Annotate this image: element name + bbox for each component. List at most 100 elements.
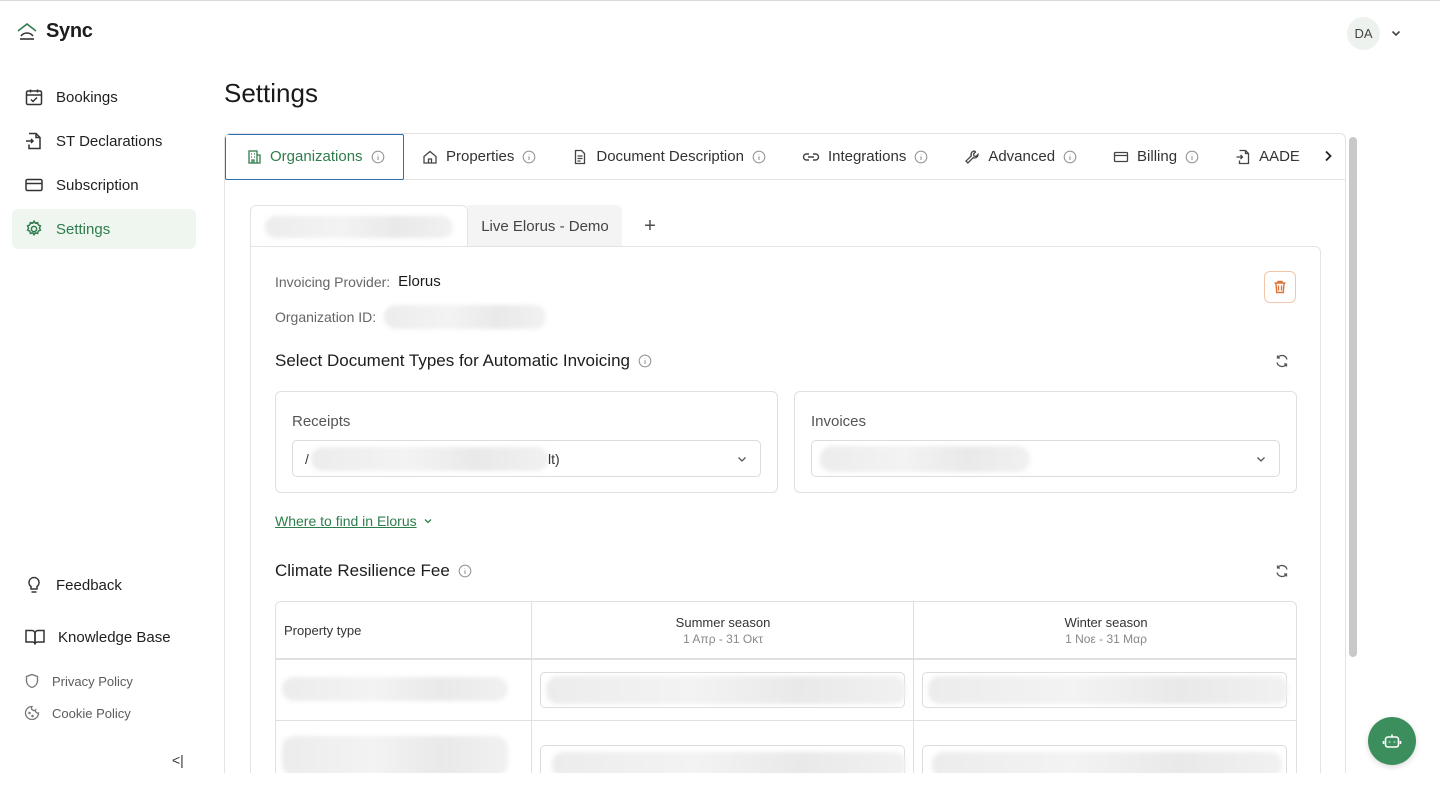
document-types-title: Select Document Types for Automatic Invo… bbox=[275, 351, 630, 370]
sidebar-item-label: ST Declarations bbox=[56, 132, 163, 150]
avatar[interactable]: DA bbox=[1347, 17, 1380, 50]
document-arrow-icon bbox=[24, 131, 44, 151]
tab-label: Billing bbox=[1137, 148, 1178, 165]
invoicing-provider-row: Invoicing Provider: Elorus bbox=[275, 273, 441, 290]
summer-season-label: Summer season bbox=[675, 615, 771, 630]
redacted-winter-fee bbox=[928, 676, 1288, 704]
redacted-receipts-value bbox=[311, 447, 549, 471]
climate-fee-table: Property type Summer season 1 Απρ - 31 Ο… bbox=[275, 601, 1297, 773]
building-icon bbox=[246, 149, 262, 165]
sidebar-item-label: Subscription bbox=[56, 176, 139, 194]
sync-logo-icon bbox=[16, 21, 38, 43]
delete-organization-button[interactable] bbox=[1264, 271, 1296, 303]
redacted-org-name bbox=[265, 215, 453, 238]
redacted-summer-fee bbox=[546, 676, 906, 704]
tab-organizations[interactable]: Organizations bbox=[225, 134, 404, 180]
scrollbar[interactable] bbox=[1349, 137, 1357, 657]
redacted-winter-fee bbox=[932, 752, 1282, 773]
sidebar-item-label: Settings bbox=[56, 220, 111, 238]
collapse-sidebar-button[interactable]: <| bbox=[172, 752, 184, 768]
tab-document-description[interactable]: Document Description bbox=[554, 134, 784, 180]
chevron-down-icon bbox=[736, 453, 748, 465]
gear-icon bbox=[24, 219, 44, 239]
column-divider bbox=[913, 602, 914, 773]
calendar-check-icon bbox=[24, 87, 44, 107]
sidebar-bottom: Feedback Knowledge Base Privacy Policy C… bbox=[12, 565, 196, 733]
info-icon[interactable] bbox=[458, 564, 472, 578]
credit-card-icon bbox=[1113, 149, 1129, 165]
tab-billing[interactable]: Billing bbox=[1095, 134, 1217, 180]
receipts-select[interactable]: / lt) bbox=[292, 440, 761, 477]
receipts-label: Receipts bbox=[292, 413, 351, 430]
sidebar-item-knowledge-base[interactable]: Knowledge Base bbox=[12, 617, 196, 657]
refresh-icon[interactable] bbox=[1274, 563, 1290, 579]
assistant-button[interactable] bbox=[1368, 717, 1416, 765]
redacted-summer-fee bbox=[552, 752, 906, 773]
chevron-right-icon[interactable] bbox=[1321, 148, 1335, 164]
winter-season-label: Winter season bbox=[1064, 615, 1148, 630]
org-tab-live-elorus-demo[interactable]: Live Elorus - Demo bbox=[468, 205, 622, 247]
sidebar-item-bookings[interactable]: Bookings bbox=[12, 77, 196, 117]
invoicing-provider-value: Elorus bbox=[398, 273, 441, 290]
column-header-summer: Summer season 1 Απρ - 31 Οκτ bbox=[532, 602, 914, 659]
tab-label: Organizations bbox=[270, 148, 363, 165]
privacy-policy-label: Privacy Policy bbox=[52, 673, 133, 689]
org-tab-active[interactable] bbox=[250, 205, 468, 247]
sidebar-item-label: Feedback bbox=[56, 576, 122, 594]
summer-season-range: 1 Απρ - 31 Οκτ bbox=[683, 632, 763, 646]
sidebar-item-label: Knowledge Base bbox=[58, 628, 171, 646]
tab-label: Properties bbox=[446, 148, 515, 165]
invoices-card: Invoices bbox=[794, 391, 1297, 493]
row-divider bbox=[276, 720, 1296, 721]
organization-card: Invoicing Provider: Elorus Organization … bbox=[250, 246, 1321, 773]
sidebar-item-feedback[interactable]: Feedback bbox=[12, 565, 196, 605]
link-icon bbox=[802, 149, 820, 165]
privacy-policy-link[interactable]: Privacy Policy bbox=[12, 669, 196, 693]
house-icon bbox=[422, 149, 438, 165]
tabs-fade bbox=[1295, 134, 1323, 179]
settings-tabs: Organizations Properties Document Descri… bbox=[225, 134, 1345, 180]
column-divider bbox=[531, 602, 532, 773]
where-to-find-link[interactable]: Where to find in Elorus bbox=[275, 513, 433, 529]
document-types-section-title: Select Document Types for Automatic Invo… bbox=[275, 351, 652, 371]
wrench-icon bbox=[964, 149, 980, 165]
info-icon[interactable] bbox=[752, 150, 766, 164]
invoices-select[interactable] bbox=[811, 440, 1280, 477]
top-border bbox=[0, 0, 1440, 1]
tab-advanced[interactable]: Advanced bbox=[946, 134, 1095, 180]
redacted-organization-id bbox=[384, 305, 547, 329]
brand[interactable]: Sync bbox=[16, 20, 93, 43]
organization-id-label: Organization ID: bbox=[275, 309, 377, 325]
refresh-icon[interactable] bbox=[1274, 353, 1290, 369]
info-icon[interactable] bbox=[522, 150, 536, 164]
tab-integrations[interactable]: Integrations bbox=[784, 134, 946, 180]
sidebar-item-settings[interactable]: Settings bbox=[12, 209, 196, 249]
sidebar-item-subscription[interactable]: Subscription bbox=[12, 165, 196, 205]
chevron-down-icon bbox=[423, 516, 433, 526]
invoices-label: Invoices bbox=[811, 413, 867, 430]
chevron-down-icon[interactable] bbox=[1390, 27, 1402, 39]
shield-icon bbox=[24, 673, 40, 689]
info-icon[interactable] bbox=[371, 150, 385, 164]
main-nav: Bookings ST Declarations Subscription Se… bbox=[12, 77, 196, 253]
credit-card-icon bbox=[24, 175, 44, 195]
info-icon[interactable] bbox=[1185, 150, 1199, 164]
add-organization-button[interactable]: + bbox=[622, 205, 678, 247]
tab-properties[interactable]: Properties bbox=[404, 134, 554, 180]
lightbulb-icon bbox=[24, 575, 44, 595]
info-icon[interactable] bbox=[638, 354, 652, 368]
info-icon[interactable] bbox=[914, 150, 928, 164]
settings-panel: Organizations Properties Document Descri… bbox=[224, 133, 1346, 773]
where-to-find-label: Where to find in Elorus bbox=[275, 513, 417, 529]
column-header-winter: Winter season 1 Νοε - 31 Μαρ bbox=[914, 602, 1296, 659]
cookie-icon bbox=[24, 705, 40, 721]
sidebar-item-st-declarations[interactable]: ST Declarations bbox=[12, 121, 196, 161]
column-header-property-type: Property type bbox=[276, 602, 532, 659]
redacted-property-type bbox=[282, 677, 508, 701]
cookie-policy-label: Cookie Policy bbox=[52, 705, 131, 721]
tab-label: Document Description bbox=[596, 148, 744, 165]
info-icon[interactable] bbox=[1063, 150, 1077, 164]
book-icon bbox=[24, 627, 46, 647]
cookie-policy-link[interactable]: Cookie Policy bbox=[12, 701, 196, 725]
file-text-icon bbox=[572, 149, 588, 165]
